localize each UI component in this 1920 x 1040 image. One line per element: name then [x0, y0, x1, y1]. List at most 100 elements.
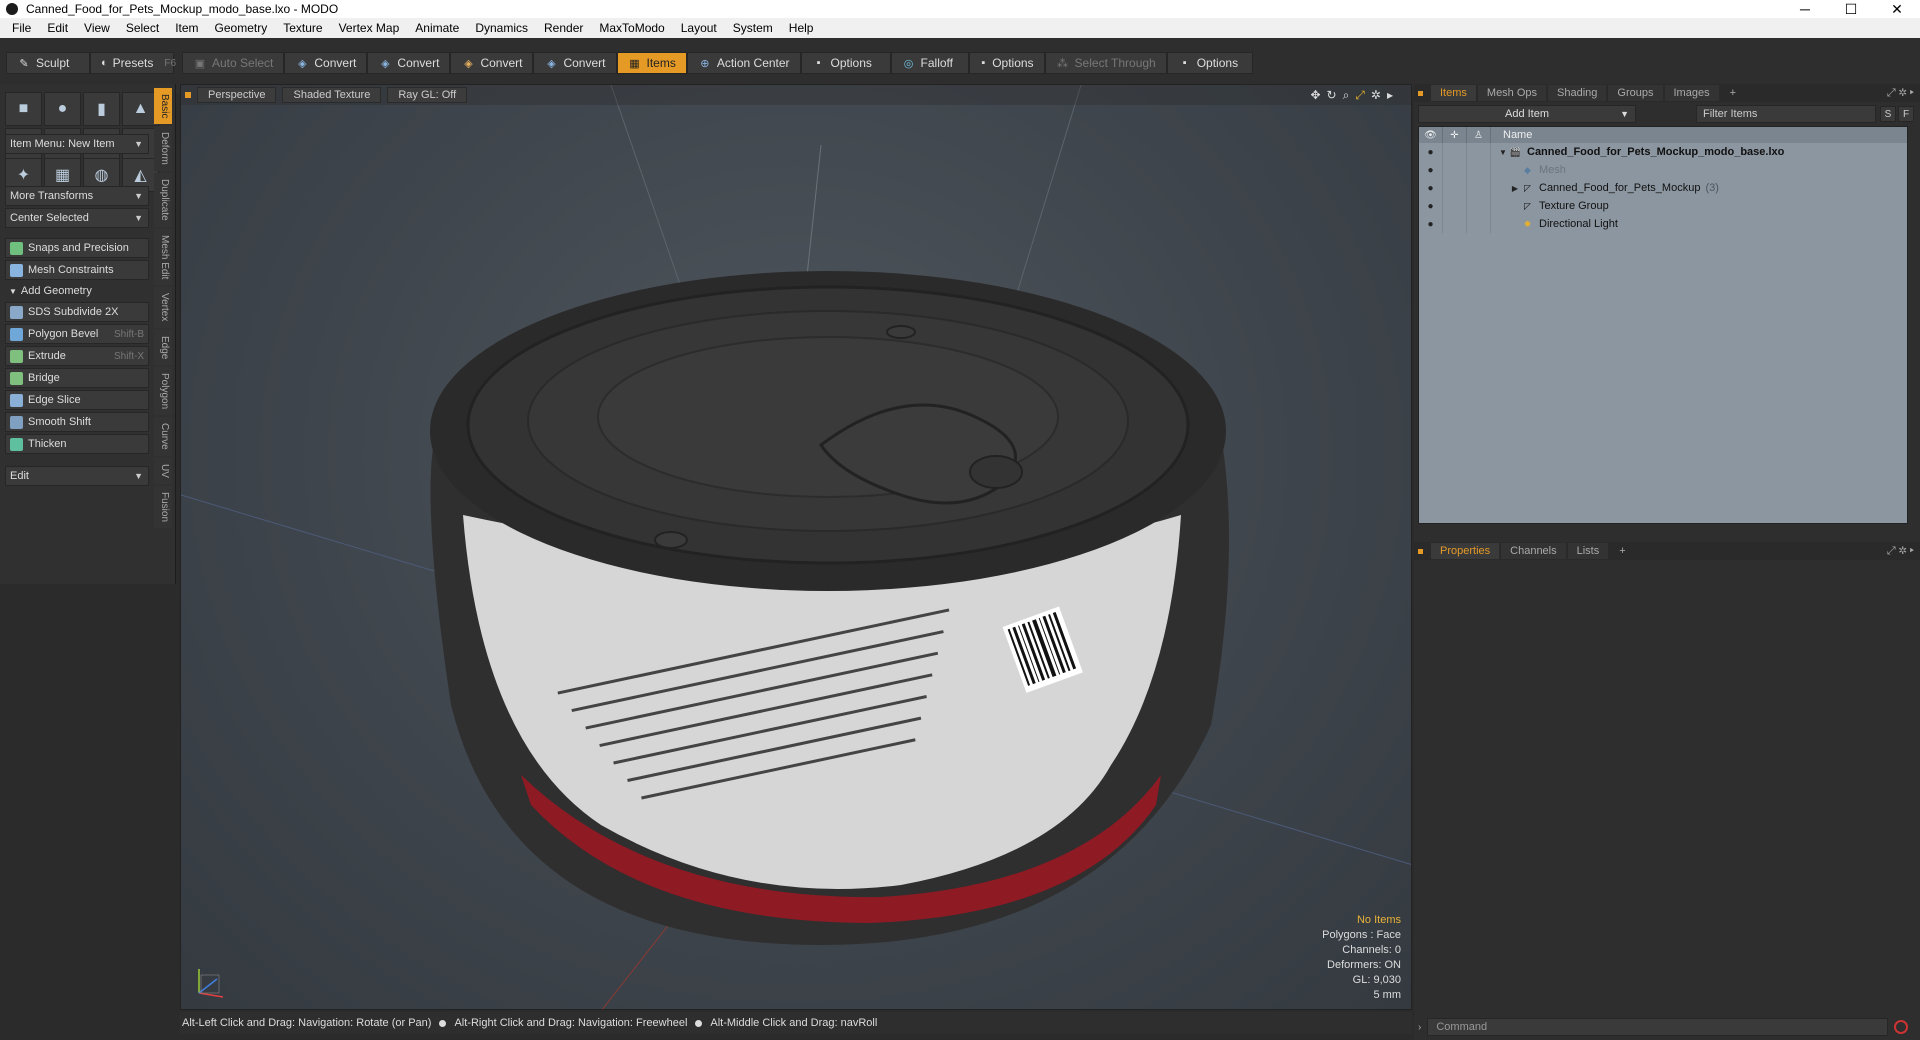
eye-icon[interactable]: ● — [1419, 161, 1443, 179]
visibility-column-icon[interactable]: 👁 — [1419, 127, 1443, 143]
tab-vertex[interactable]: Vertex — [154, 287, 172, 328]
edge-slice-button[interactable]: Edge Slice — [5, 390, 149, 410]
close-button[interactable]: ✕ — [1874, 0, 1920, 18]
add-item-button[interactable]: Add Item ▼ — [1418, 105, 1636, 123]
tab-images[interactable]: Images — [1664, 85, 1719, 101]
expand-down-icon[interactable]: ▼ — [1497, 148, 1509, 157]
tab-deform[interactable]: Deform — [154, 126, 172, 172]
tab-uv[interactable]: UV — [154, 457, 172, 484]
add-tab-icon[interactable]: + — [1721, 85, 1745, 101]
tab-fusion[interactable]: Fusion — [154, 485, 172, 528]
panel-options-icon[interactable]: ⤢ ✲ ▸ — [1887, 87, 1914, 100]
tab-edge[interactable]: Edge — [154, 329, 172, 366]
tab-groups[interactable]: Groups — [1608, 85, 1663, 101]
thicken-button[interactable]: Thicken — [5, 434, 149, 454]
menu-vertex-map[interactable]: Vertex Map — [331, 18, 408, 38]
fit-view-icon[interactable]: ⤢ — [1355, 88, 1365, 103]
menu-help[interactable]: Help — [781, 18, 822, 38]
menu-file[interactable]: File — [4, 18, 39, 38]
center-selected-dropdown[interactable]: Center Selected ▼ — [5, 208, 149, 228]
menu-select[interactable]: Select — [118, 18, 167, 38]
minimize-button[interactable]: ─ — [1782, 0, 1828, 18]
extrude-button[interactable]: Extrude Shift-X — [5, 346, 149, 366]
eye-icon[interactable]: ● — [1419, 215, 1443, 233]
tree-row-scene[interactable]: ● ▼ 🎬 Canned_Food_for_Pets_Mockup_modo_b… — [1419, 143, 1907, 161]
action-center-button[interactable]: ⊕ Action Center — [686, 52, 801, 74]
expand-right-icon[interactable]: ▶ — [1509, 184, 1521, 193]
menu-dynamics[interactable]: Dynamics — [467, 18, 536, 38]
menu-layout[interactable]: Layout — [673, 18, 725, 38]
menu-geometry[interactable]: Geometry — [207, 18, 276, 38]
gear-icon[interactable]: ✲ — [1371, 88, 1381, 103]
convert-button-4[interactable]: ◈ Convert — [533, 52, 617, 74]
record-macro-icon[interactable] — [1894, 1020, 1908, 1034]
tab-curve[interactable]: Curve — [154, 417, 172, 456]
expand-arrow-icon[interactable]: ▸ — [1387, 88, 1393, 103]
panel-options-icon[interactable]: ⤢ ✲ ▸ — [1887, 545, 1914, 558]
sphere-tool-icon[interactable]: ● — [44, 92, 81, 126]
tab-items[interactable]: Items — [1431, 85, 1476, 101]
convert-button-1[interactable]: ◈ Convert — [284, 52, 368, 74]
panel-menu-marker[interactable] — [1418, 548, 1423, 554]
item-menu-dropdown[interactable]: Item Menu: New Item ▼ — [5, 134, 149, 154]
viewport-menu-marker[interactable] — [185, 92, 191, 98]
sds-subdivide-button[interactable]: SDS Subdivide 2X — [5, 302, 149, 322]
tree-row-directional-light[interactable]: ● ✹ Directional Light — [1419, 215, 1907, 233]
3d-viewport[interactable]: Perspective Shaded Texture Ray GL: Off ✥… — [180, 84, 1412, 1010]
tree-row-mockup-group[interactable]: ● ▶ ◸ Canned_Food_for_Pets_Mockup (3) — [1419, 179, 1907, 197]
filter-s-button[interactable]: S — [1880, 106, 1896, 122]
cylinder-tool-icon[interactable]: ▮ — [83, 92, 120, 126]
sculpt-button[interactable]: ✎ Sculpt — [6, 52, 90, 74]
edit-dropdown[interactable]: Edit ▼ — [5, 466, 149, 486]
cube-tool-icon[interactable]: ■ — [5, 92, 42, 126]
presets-button[interactable]: ◐ Presets F6 — [90, 52, 176, 74]
action-center-options-button[interactable]: ▪ Options — [800, 52, 891, 74]
menu-system[interactable]: System — [725, 18, 781, 38]
move-view-icon[interactable]: ✥ — [1310, 88, 1320, 103]
tab-lists[interactable]: Lists — [1567, 543, 1609, 559]
smooth-shift-button[interactable]: Smooth Shift — [5, 412, 149, 432]
tab-channels[interactable]: Channels — [1501, 543, 1566, 559]
falloff-button[interactable]: ◎ Falloff — [890, 52, 969, 74]
menu-animate[interactable]: Animate — [407, 18, 467, 38]
add-geometry-header[interactable]: ▼ Add Geometry — [5, 282, 149, 300]
tree-row-mesh[interactable]: ● ◆ Mesh — [1419, 161, 1907, 179]
menu-edit[interactable]: Edit — [39, 18, 76, 38]
rotate-view-icon[interactable]: ↻ — [1327, 88, 1337, 103]
menu-item[interactable]: Item — [167, 18, 206, 38]
polygon-bevel-button[interactable]: Polygon Bevel Shift-B — [5, 324, 149, 344]
more-transforms-dropdown[interactable]: More Transforms ▼ — [5, 186, 149, 206]
select-options-button[interactable]: ▪ Options — [1166, 52, 1253, 74]
items-mode-button[interactable]: ▦ Items — [616, 52, 687, 74]
convert-button-2[interactable]: ◈ Convert — [367, 52, 451, 74]
render-column-icon[interactable]: ♙ — [1467, 127, 1491, 143]
lock-column-icon[interactable]: ✛ — [1443, 127, 1467, 143]
tab-mesh-edit[interactable]: Mesh Edit — [154, 228, 172, 286]
snaps-precision-button[interactable]: Snaps and Precision — [5, 238, 149, 258]
maximize-button[interactable]: ☐ — [1828, 0, 1874, 18]
tab-mesh-ops[interactable]: Mesh Ops — [1477, 85, 1547, 101]
falloff-options-button[interactable]: ▪ Options — [968, 52, 1045, 74]
tree-row-texture-group[interactable]: ● ◸ Texture Group — [1419, 197, 1907, 215]
menu-texture[interactable]: Texture — [275, 18, 330, 38]
name-column-header[interactable]: Name — [1491, 129, 1532, 141]
tab-properties[interactable]: Properties — [1431, 543, 1500, 559]
command-input[interactable]: Command — [1427, 1018, 1888, 1036]
bridge-button[interactable]: Bridge — [5, 368, 149, 388]
eye-icon[interactable]: ● — [1419, 179, 1443, 197]
filter-items-input[interactable]: Filter Items — [1696, 105, 1876, 123]
zoom-view-icon[interactable]: ⌕ — [1343, 88, 1350, 103]
tab-duplicate[interactable]: Duplicate — [154, 173, 172, 227]
menu-view[interactable]: View — [76, 18, 118, 38]
eye-icon[interactable]: ● — [1419, 197, 1443, 215]
shading-mode-button[interactable]: Shaded Texture — [282, 87, 382, 103]
add-tab-icon[interactable]: + — [1610, 543, 1634, 559]
raygl-button[interactable]: Ray GL: Off — [387, 87, 468, 103]
tab-polygon[interactable]: Polygon — [154, 367, 172, 416]
filter-f-button[interactable]: F — [1898, 106, 1914, 122]
eye-icon[interactable]: ● — [1419, 143, 1443, 161]
view-perspective-button[interactable]: Perspective — [197, 87, 277, 103]
convert-button-3[interactable]: ◈ Convert — [450, 52, 534, 74]
tab-basic[interactable]: Basic — [154, 88, 172, 125]
panel-menu-marker[interactable] — [1418, 90, 1423, 96]
